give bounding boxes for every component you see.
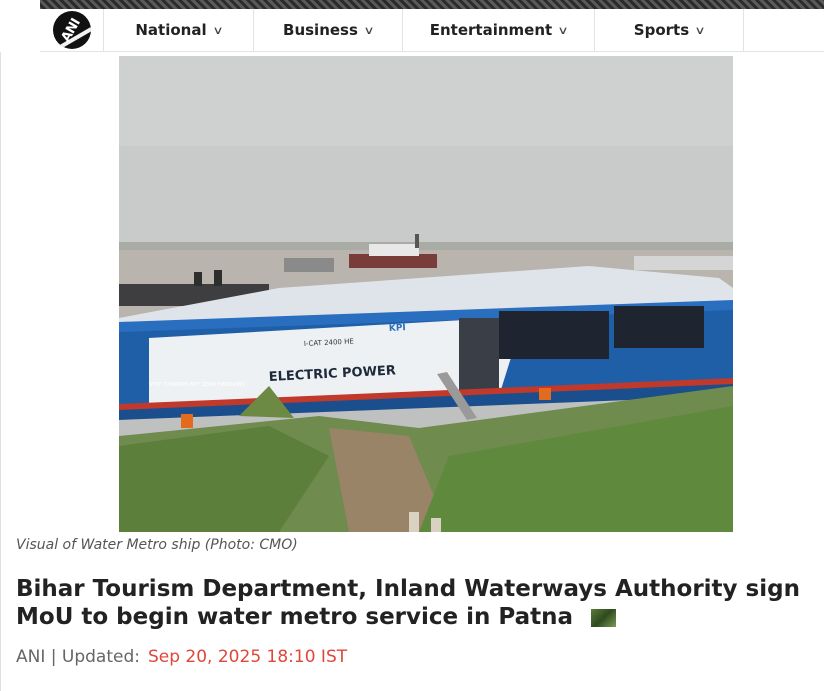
nav-item-label: Business	[283, 21, 358, 39]
chevron-down-icon: ∨	[211, 23, 224, 37]
buoy	[539, 388, 551, 400]
nav-item-entertainment[interactable]: Entertainment ∨	[403, 9, 595, 51]
stake	[409, 512, 419, 532]
background-vessel	[634, 256, 733, 270]
barge-stack	[214, 270, 222, 286]
background-vessel	[349, 254, 437, 268]
article-photo: ELECTRIC POWER I-CAT 2400 HE KPI STEP TO…	[119, 56, 733, 532]
nav-item-business[interactable]: Business ∨	[254, 9, 403, 51]
ship-window	[614, 306, 704, 348]
ship-slogan-text: STEP TOWARDS NET ZERO EMISSIONS	[149, 382, 245, 388]
ship-brand-text: KPI	[389, 323, 406, 334]
page-left-border	[0, 52, 1, 691]
chevron-down-icon: ∨	[363, 23, 375, 37]
nav-item-sports[interactable]: Sports ∨	[595, 9, 744, 51]
barge-stack	[194, 272, 202, 286]
stake	[431, 518, 441, 532]
headline-text: Bihar Tourism Department, Inland Waterwa…	[16, 576, 800, 630]
buoy	[181, 414, 193, 428]
thumbnail-icon	[591, 609, 617, 627]
nav-item-label: Sports	[633, 21, 690, 39]
chevron-down-icon: ∨	[694, 23, 706, 37]
main-navigation: ANI National ∨ Business ∨ Entertainment …	[40, 9, 824, 52]
ani-logo-icon: ANI	[52, 11, 91, 49]
logo-link[interactable]: ANI	[40, 9, 104, 51]
nav-item-label: Entertainment	[429, 21, 553, 39]
background-vessel-cabin	[369, 244, 419, 256]
ship-window	[499, 311, 609, 359]
top-strip-gap	[0, 0, 40, 9]
photo-caption: Visual of Water Metro ship (Photo: CMO)	[16, 537, 298, 553]
background-vessel	[284, 258, 334, 272]
logo-text: ANI	[58, 15, 85, 45]
article-byline: ANI | Updated: Sep 20, 2025 18:10 IST	[16, 647, 347, 667]
chevron-down-icon: ∨	[557, 23, 569, 37]
nav-item-national[interactable]: National ∨	[104, 9, 254, 51]
sky-upper	[119, 56, 733, 146]
water-metro-ship-photo: ELECTRIC POWER I-CAT 2400 HE KPI STEP TO…	[119, 56, 733, 532]
nav-item-label: National	[135, 21, 207, 39]
byline-date: Sep 20, 2025 18:10 IST	[147, 647, 348, 667]
ship-door	[459, 318, 499, 398]
byline-source: ANI | Updated:	[16, 647, 140, 667]
top-decorative-strip	[0, 0, 824, 9]
vessel-mast	[415, 234, 419, 248]
article-headline: Bihar Tourism Department, Inland Waterwa…	[16, 575, 816, 631]
far-shore	[119, 242, 733, 250]
